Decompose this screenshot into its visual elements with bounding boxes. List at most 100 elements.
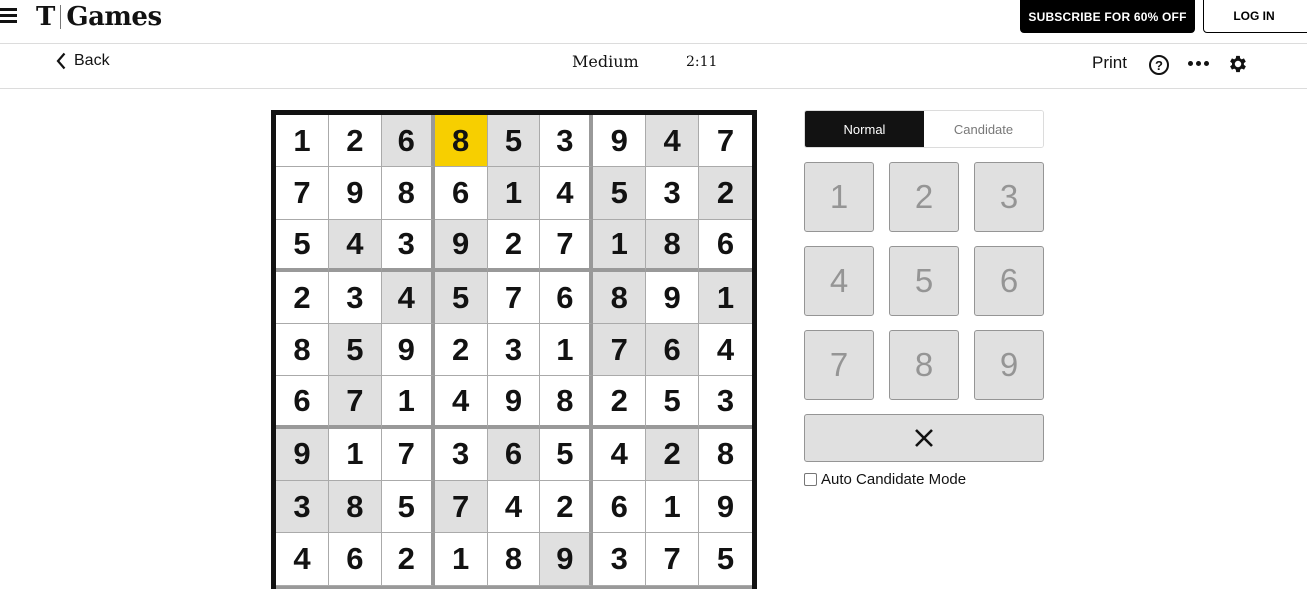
sudoku-cell-r2c3[interactable]: 8 [381,167,435,220]
sudoku-cell-r2c5[interactable]: 1 [487,167,541,220]
sudoku-cell-r5c3[interactable]: 9 [381,324,435,377]
sudoku-cell-r1c9[interactable]: 7 [699,115,752,168]
number-key-2[interactable]: 2 [889,162,959,232]
sudoku-cell-r5c5[interactable]: 3 [487,324,541,377]
sudoku-cell-r4c3[interactable]: 4 [381,271,435,325]
auto-candidate-checkbox[interactable] [804,473,817,486]
sudoku-cell-r3c1[interactable]: 5 [276,219,329,272]
sudoku-cell-r4c2[interactable]: 3 [328,271,382,325]
sudoku-cell-r6c7[interactable]: 2 [593,376,647,429]
sudoku-cell-r6c2[interactable]: 7 [328,376,382,429]
sudoku-cell-r6c5[interactable]: 9 [487,376,541,429]
sudoku-cell-r8c7[interactable]: 6 [593,481,647,534]
sudoku-cell-r9c5[interactable]: 8 [487,533,541,586]
sudoku-cell-r7c1[interactable]: 9 [276,428,329,482]
number-key-9[interactable]: 9 [974,330,1044,400]
sudoku-cell-r5c7[interactable]: 7 [593,324,647,377]
sudoku-cell-r2c8[interactable]: 3 [646,167,700,220]
sudoku-cell-r1c4[interactable]: 8 [434,115,488,168]
sudoku-cell-r7c5[interactable]: 6 [487,428,541,482]
sudoku-cell-r2c9[interactable]: 2 [699,167,752,220]
auto-candidate-toggle[interactable]: Auto Candidate Mode [804,471,966,488]
sudoku-cell-r3c2[interactable]: 4 [328,219,382,272]
help-icon[interactable]: ? [1149,55,1169,75]
sudoku-cell-r5c6[interactable]: 1 [540,324,594,377]
sudoku-cell-r5c9[interactable]: 4 [699,324,752,377]
sudoku-cell-r4c7[interactable]: 8 [593,271,647,325]
sudoku-cell-r7c4[interactable]: 3 [434,428,488,482]
sudoku-cell-r7c3[interactable]: 7 [381,428,435,482]
sudoku-cell-r6c1[interactable]: 6 [276,376,329,429]
sudoku-cell-r4c4[interactable]: 5 [434,271,488,325]
sudoku-cell-r6c8[interactable]: 5 [646,376,700,429]
sudoku-cell-r7c7[interactable]: 4 [593,428,647,482]
sudoku-cell-r4c9[interactable]: 1 [699,271,752,325]
number-key-6[interactable]: 6 [974,246,1044,316]
sudoku-cell-r1c5[interactable]: 5 [487,115,541,168]
sudoku-cell-r6c3[interactable]: 1 [381,376,435,429]
sudoku-cell-r9c1[interactable]: 4 [276,533,329,586]
sudoku-cell-r9c4[interactable]: 1 [434,533,488,586]
sudoku-cell-r2c7[interactable]: 5 [593,167,647,220]
sudoku-cell-r1c3[interactable]: 6 [381,115,435,168]
sudoku-cell-r3c5[interactable]: 2 [487,219,541,272]
back-button[interactable]: Back [56,52,110,70]
number-key-8[interactable]: 8 [889,330,959,400]
sudoku-cell-r1c7[interactable]: 9 [593,115,647,168]
number-key-4[interactable]: 4 [804,246,874,316]
sudoku-cell-r9c2[interactable]: 6 [328,533,382,586]
sudoku-cell-r9c8[interactable]: 7 [646,533,700,586]
number-key-3[interactable]: 3 [974,162,1044,232]
subscribe-button[interactable]: SUBSCRIBE FOR 60% OFF [1020,0,1195,33]
sudoku-cell-r1c1[interactable]: 1 [276,115,329,168]
sudoku-cell-r2c1[interactable]: 7 [276,167,329,220]
sudoku-cell-r3c9[interactable]: 6 [699,219,752,272]
sudoku-cell-r8c8[interactable]: 1 [646,481,700,534]
sudoku-cell-r8c1[interactable]: 3 [276,481,329,534]
sudoku-cell-r8c2[interactable]: 8 [328,481,382,534]
menu-icon[interactable] [0,8,18,24]
sudoku-cell-r7c9[interactable]: 8 [699,428,752,482]
timer[interactable]: 2:11 [686,54,717,70]
sudoku-cell-r9c7[interactable]: 3 [593,533,647,586]
sudoku-cell-r6c9[interactable]: 3 [699,376,752,429]
login-button[interactable]: LOG IN [1203,0,1307,33]
sudoku-cell-r5c4[interactable]: 2 [434,324,488,377]
sudoku-cell-r9c9[interactable]: 5 [699,533,752,586]
number-key-7[interactable]: 7 [804,330,874,400]
erase-button[interactable] [804,414,1044,462]
sudoku-cell-r1c8[interactable]: 4 [646,115,700,168]
mode-normal-button[interactable]: Normal [805,111,924,147]
sudoku-cell-r8c6[interactable]: 2 [540,481,594,534]
sudoku-cell-r1c2[interactable]: 2 [328,115,382,168]
sudoku-cell-r7c2[interactable]: 1 [328,428,382,482]
sudoku-cell-r3c8[interactable]: 8 [646,219,700,272]
print-button[interactable]: Print [1092,53,1127,73]
sudoku-cell-r8c3[interactable]: 5 [381,481,435,534]
sudoku-cell-r9c6[interactable]: 9 [540,533,594,586]
sudoku-cell-r6c4[interactable]: 4 [434,376,488,429]
settings-gear-icon[interactable] [1227,53,1249,75]
sudoku-cell-r4c1[interactable]: 2 [276,271,329,325]
sudoku-cell-r2c2[interactable]: 9 [328,167,382,220]
sudoku-cell-r1c6[interactable]: 3 [540,115,594,168]
sudoku-cell-r2c4[interactable]: 6 [434,167,488,220]
sudoku-cell-r3c4[interactable]: 9 [434,219,488,272]
sudoku-cell-r4c6[interactable]: 6 [540,271,594,325]
sudoku-cell-r5c8[interactable]: 6 [646,324,700,377]
sudoku-cell-r4c8[interactable]: 9 [646,271,700,325]
nyt-games-logo[interactable]: T Games [36,0,162,34]
sudoku-cell-r9c3[interactable]: 2 [381,533,435,586]
sudoku-cell-r2c6[interactable]: 4 [540,167,594,220]
more-options-icon[interactable] [1188,61,1209,66]
sudoku-cell-r6c6[interactable]: 8 [540,376,594,429]
sudoku-cell-r8c5[interactable]: 4 [487,481,541,534]
sudoku-cell-r3c6[interactable]: 7 [540,219,594,272]
sudoku-cell-r8c4[interactable]: 7 [434,481,488,534]
sudoku-cell-r7c6[interactable]: 5 [540,428,594,482]
sudoku-cell-r3c3[interactable]: 3 [381,219,435,272]
sudoku-cell-r3c7[interactable]: 1 [593,219,647,272]
sudoku-cell-r4c5[interactable]: 7 [487,271,541,325]
sudoku-cell-r5c1[interactable]: 8 [276,324,329,377]
sudoku-cell-r7c8[interactable]: 2 [646,428,700,482]
